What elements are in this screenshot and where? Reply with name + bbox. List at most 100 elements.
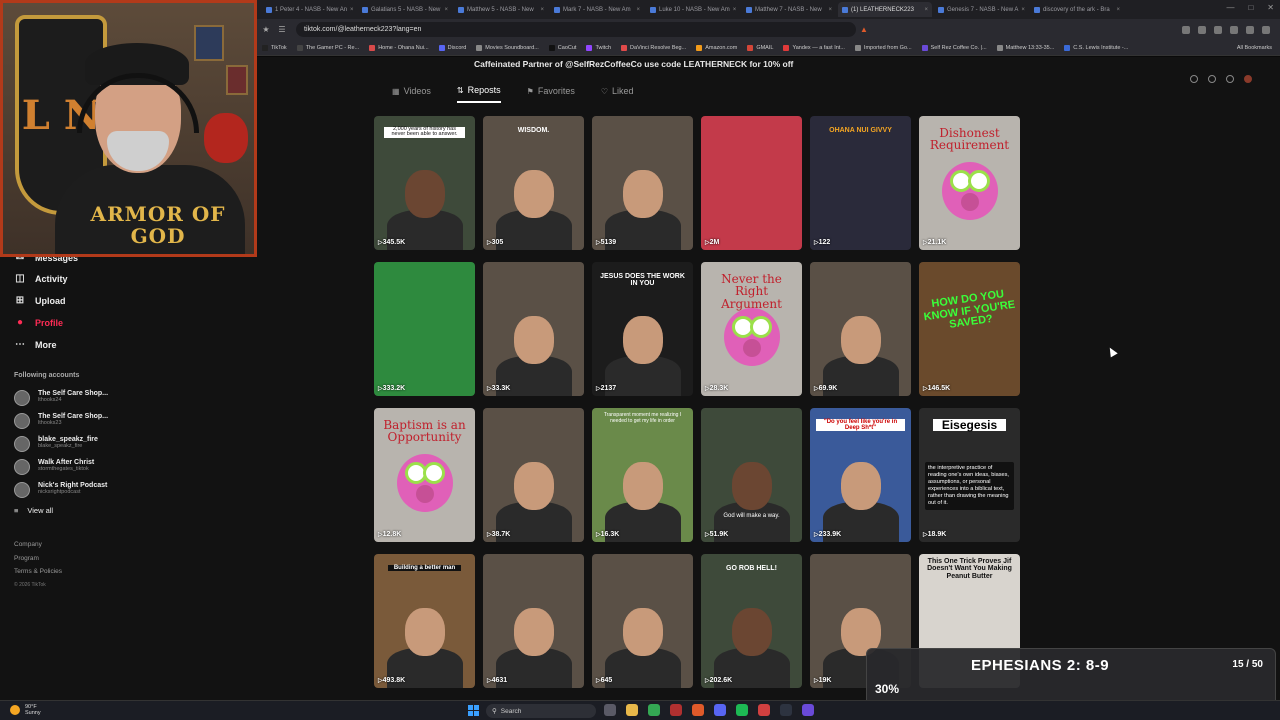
video-thumbnail[interactable]: "Do you feel like you're in Deep Sh*t" 23…: [810, 408, 911, 542]
sidebar-item-profile[interactable]: ● Profile: [14, 317, 63, 328]
video-thumbnail[interactable]: 38.7K: [483, 408, 584, 542]
video-thumbnail[interactable]: 333.2K: [374, 262, 475, 396]
following-account[interactable]: Walk After Christ stormthegates_tiktok: [14, 459, 94, 475]
following-account[interactable]: blake_speakz_fire blake_speakz_fire: [14, 436, 98, 452]
bookmark-item[interactable]: Discord: [438, 44, 466, 51]
spotify-icon[interactable]: [736, 704, 748, 716]
weather-widget[interactable]: 90°F Sunny: [10, 704, 41, 716]
footer-link-company[interactable]: Company: [14, 538, 62, 552]
tab-videos[interactable]: ▦ Videos: [392, 85, 431, 103]
all-bookmarks-link[interactable]: All Bookmarks: [1237, 45, 1280, 51]
minimize-icon[interactable]: —: [1226, 3, 1234, 12]
tab-close-icon[interactable]: ×: [1021, 7, 1025, 13]
browser-tab[interactable]: discovery of the ark - Bra ×: [1030, 2, 1124, 17]
tab-reposts[interactable]: ⇅ Reposts: [456, 85, 501, 103]
bookmark-item[interactable]: The Gamer PC - Re...: [296, 44, 359, 51]
browser-tab[interactable]: Genesis 7 - NASB - New A ×: [934, 2, 1028, 17]
video-thumbnail[interactable]: Transparent moment me realizing I needed…: [592, 408, 693, 542]
video-thumbnail[interactable]: 4631: [483, 554, 584, 688]
tab-favorites[interactable]: ⚑ Favorites: [527, 85, 575, 103]
video-thumbnail[interactable]: HOW DO YOU KNOW IF YOU'RE SAVED? 146.5K: [919, 262, 1020, 396]
browser-tab[interactable]: Matthew 5 - NASB - New ×: [454, 2, 548, 17]
tab-close-icon[interactable]: ×: [924, 7, 928, 13]
view-all-link[interactable]: ≡ View all: [14, 506, 53, 515]
following-account[interactable]: The Self Care Shop... lthooks24: [14, 390, 108, 406]
tab-liked[interactable]: ♡ Liked: [601, 85, 634, 103]
browser-tab[interactable]: 1 Peter 4 - NASB - New An ×: [262, 2, 356, 17]
extension-icon[interactable]: [1182, 25, 1190, 34]
video-thumbnail[interactable]: God will make a way. 51.9K: [701, 408, 802, 542]
chrome-icon[interactable]: [648, 704, 660, 716]
video-thumbnail[interactable]: Building a better man 493.8K: [374, 554, 475, 688]
video-thumbnail[interactable]: OHANA NUI GIVVY 122: [810, 116, 911, 250]
video-thumbnail[interactable]: 2,000 years of history has never been ab…: [374, 116, 475, 250]
url-field[interactable]: tiktok.com/@leatherneck223?lang=en: [296, 22, 856, 37]
phone-icon[interactable]: [1208, 75, 1216, 83]
bookmark-item[interactable]: Matthew 13:33-35...: [996, 44, 1054, 51]
browser-tab[interactable]: Matthew 7 - NASB - New ×: [742, 2, 836, 17]
video-thumbnail[interactable]: 5139: [592, 116, 693, 250]
menu-icon[interactable]: [1262, 25, 1270, 34]
sidebar-item-activity[interactable]: ◫ Activity: [14, 273, 67, 284]
bookmark-item[interactable]: CaoCut: [548, 44, 576, 51]
app-icon[interactable]: [780, 704, 792, 716]
sidebar-item-upload[interactable]: ⊞ Upload: [14, 295, 66, 306]
coin-icon[interactable]: [1190, 75, 1198, 83]
windows-start-icon[interactable]: [468, 705, 479, 716]
tab-close-icon[interactable]: ×: [828, 7, 832, 13]
video-thumbnail[interactable]: Dishonest Requirement 21.1K: [919, 116, 1020, 250]
browser-tab[interactable]: Mark 7 - NASB - New Am ×: [550, 2, 644, 17]
maximize-icon[interactable]: □: [1248, 3, 1253, 12]
file-explorer-icon[interactable]: [626, 704, 638, 716]
bookmark-item[interactable]: C.S. Lewis Institute -...: [1064, 44, 1128, 51]
video-thumbnail[interactable]: GO ROB HELL! 202.6K: [701, 554, 802, 688]
extension-icon[interactable]: [1198, 25, 1206, 34]
bookmark-item[interactable]: Amazon.com: [696, 44, 737, 51]
brave-icon[interactable]: [692, 704, 704, 716]
app-icon[interactable]: [802, 704, 814, 716]
bookmark-item[interactable]: Home - Ohana Nui...: [369, 44, 429, 51]
extension-icon[interactable]: [1230, 25, 1238, 34]
browser-tab[interactable]: Galatians 5 - NASB - New ×: [358, 2, 452, 17]
footer-link-program[interactable]: Program: [14, 552, 62, 566]
tab-close-icon[interactable]: ×: [540, 7, 544, 13]
bookmark-item[interactable]: Self Rez Coffee Co. |...: [921, 44, 987, 51]
video-thumbnail[interactable]: 33.3K: [483, 262, 584, 396]
download-icon[interactable]: [1226, 75, 1234, 83]
bookmark-item[interactable]: DaVinci Resolve Beg...: [621, 44, 686, 51]
video-thumbnail[interactable]: WISDOM. 305: [483, 116, 584, 250]
browser-tab[interactable]: (1) LEATHERNECK223 ×: [838, 2, 932, 17]
bookmark-item[interactable]: Twitch: [586, 44, 611, 51]
sidebar-item-more[interactable]: ⋯ More: [14, 339, 57, 350]
tab-close-icon[interactable]: ×: [350, 7, 354, 13]
video-thumbnail[interactable]: Never the Right Argument 28.3K: [701, 262, 802, 396]
bookmark-item[interactable]: TikTok: [262, 44, 287, 51]
extension-icon[interactable]: [1246, 25, 1254, 34]
video-thumbnail[interactable]: 2M: [701, 116, 802, 250]
close-icon[interactable]: ✕: [1267, 3, 1274, 12]
shield-brave-icon[interactable]: ▲: [856, 25, 872, 34]
discord-icon[interactable]: [714, 704, 726, 716]
video-thumbnail[interactable]: Eisegesis the interpretive practice of re…: [919, 408, 1020, 542]
following-account[interactable]: The Self Care Shop... lthooks23: [14, 413, 108, 429]
tab-close-icon[interactable]: ×: [444, 7, 448, 13]
browser-tab[interactable]: Luke 10 - NASB - New Am ×: [646, 2, 740, 17]
bookmark-item[interactable]: Movies Soundboard...: [476, 44, 539, 51]
task-view-icon[interactable]: [604, 704, 616, 716]
extension-icon[interactable]: [1214, 25, 1222, 34]
site-info-icon[interactable]: ☰: [274, 25, 290, 34]
user-avatar[interactable]: [1244, 75, 1252, 83]
video-thumbnail[interactable]: 645: [592, 554, 693, 688]
following-account[interactable]: Nick's Right Podcast nicksrightpodcast: [14, 482, 107, 498]
footer-link-terms[interactable]: Terms & Policies: [14, 565, 62, 579]
video-thumbnail[interactable]: 69.9K: [810, 262, 911, 396]
tab-close-icon[interactable]: ×: [733, 7, 737, 13]
taskbar-search[interactable]: ⚲ Search: [486, 704, 596, 718]
bookmark-item[interactable]: Imported from Go...: [854, 44, 912, 51]
video-thumbnail[interactable]: JESUS DOES THE WORK IN YOU 2137: [592, 262, 693, 396]
tab-close-icon[interactable]: ×: [1116, 7, 1120, 13]
bookmark-star-icon[interactable]: ★: [258, 25, 274, 34]
video-thumbnail[interactable]: Baptism is an Opportunity 12.8K: [374, 408, 475, 542]
bookmark-item[interactable]: Yandex — a fast Int...: [783, 44, 845, 51]
bookmark-item[interactable]: GMAIL: [747, 44, 773, 51]
